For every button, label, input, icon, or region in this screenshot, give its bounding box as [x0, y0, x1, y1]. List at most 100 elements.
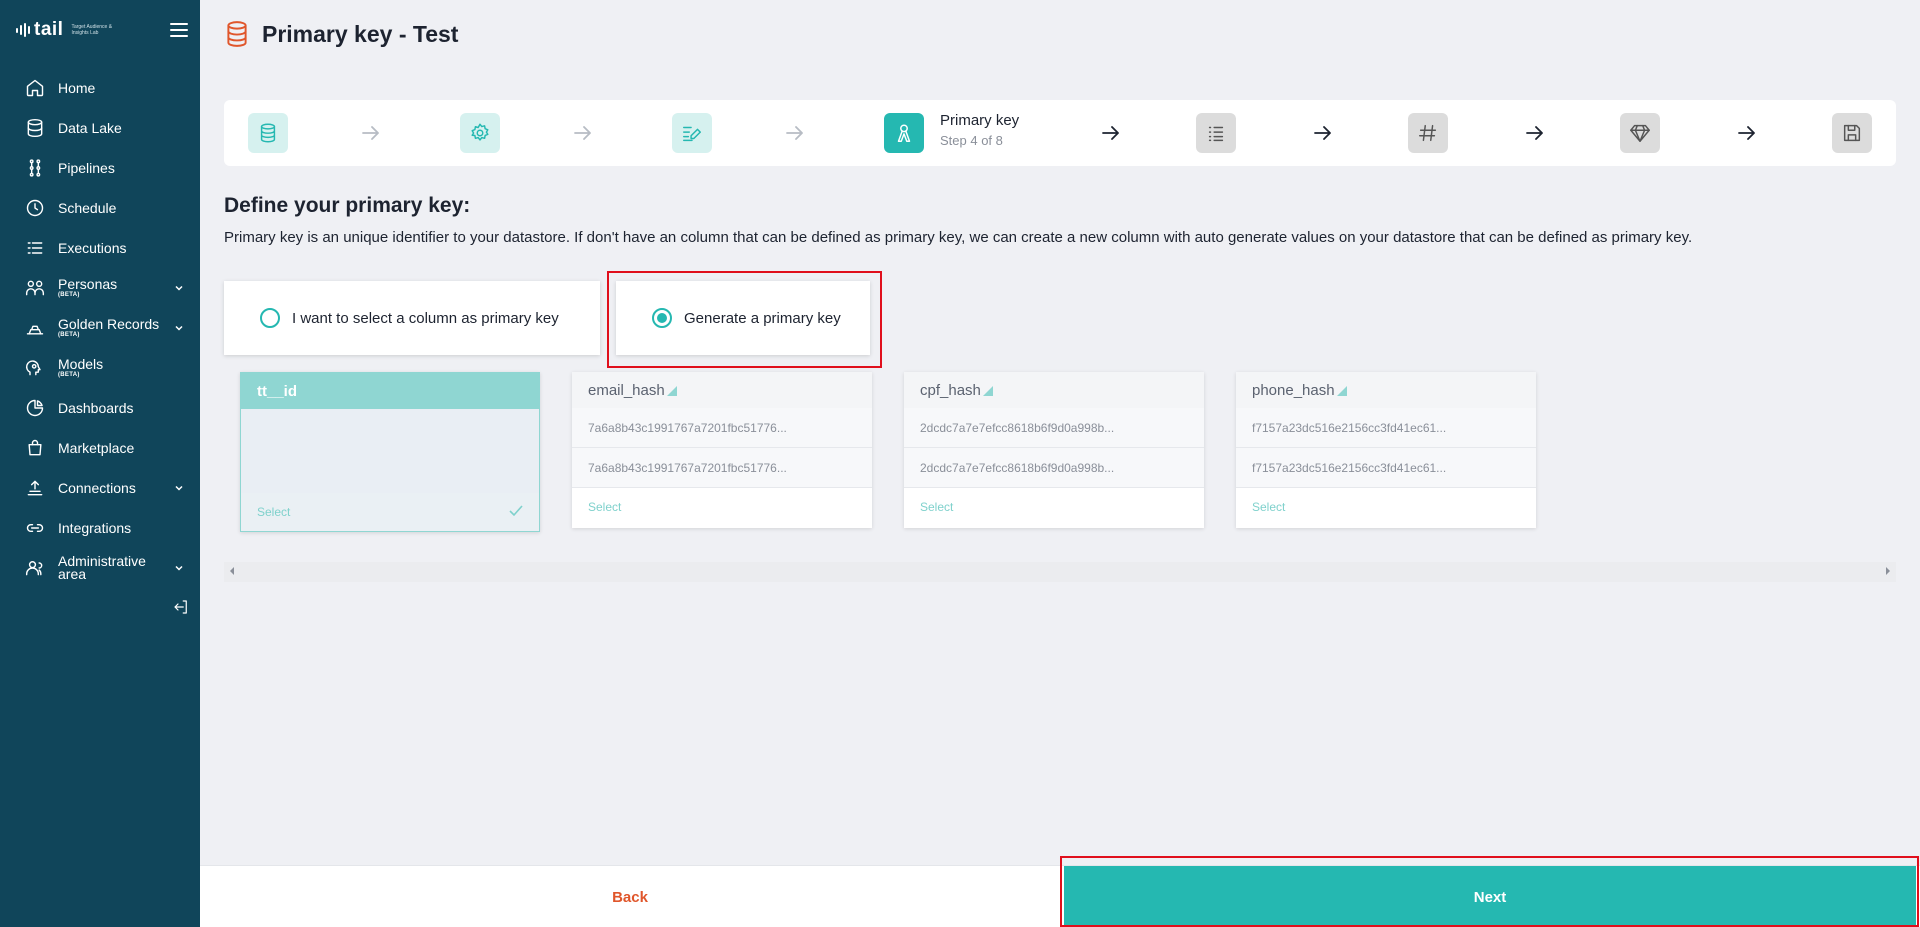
- column-card-phone-hash[interactable]: phone_hash f7157a23dc516e2156cc3fd41ec61…: [1236, 372, 1536, 528]
- column-header: phone_hash: [1236, 372, 1536, 408]
- step-8-save[interactable]: [1832, 113, 1872, 153]
- step-5-checklist[interactable]: [1196, 113, 1236, 153]
- back-button[interactable]: Back: [200, 866, 1060, 927]
- current-step-name: Primary key: [940, 112, 1020, 129]
- chevron-down-icon[interactable]: [174, 283, 184, 293]
- step-2-settings[interactable]: [460, 113, 500, 153]
- sidebar-item-golden-records[interactable]: Golden Records (BETA): [0, 308, 200, 348]
- step-6-hash[interactable]: [1408, 113, 1448, 153]
- column-header: cpf_hash: [904, 372, 1204, 408]
- hash-icon: [1419, 124, 1437, 142]
- column-select-button[interactable]: Select: [241, 493, 539, 531]
- column-card-tt-id[interactable]: tt__id Select: [240, 372, 540, 532]
- radio-unchecked[interactable]: [260, 308, 280, 328]
- list-icon: [24, 237, 46, 259]
- check-icon: [509, 504, 523, 520]
- column-card-email-hash[interactable]: email_hash 7a6a8b43c1991767a7201fbc51776…: [572, 372, 872, 528]
- option-generate-key[interactable]: Generate a primary key: [616, 281, 870, 355]
- menu-toggle-icon[interactable]: [170, 23, 188, 37]
- sidebar-item-personas[interactable]: Personas (BETA): [0, 268, 200, 308]
- gear-icon: [471, 123, 489, 141]
- sidebar-item-label: Integrations: [58, 520, 132, 536]
- database-icon: [260, 123, 276, 143]
- column-select-button[interactable]: Select: [904, 488, 1204, 526]
- column-value: 7a6a8b43c1991767a7201fbc51776...: [572, 448, 872, 488]
- sidebar-item-pipelines[interactable]: Pipelines: [0, 148, 200, 188]
- chevron-down-icon[interactable]: [174, 483, 184, 493]
- column-name: cpf_hash: [920, 381, 981, 399]
- sidebar-item-schedule[interactable]: Schedule: [0, 188, 200, 228]
- current-step-count: Step 4 of 8: [940, 133, 1003, 148]
- scroll-left-arrow-icon[interactable]: [230, 567, 234, 575]
- arrow-right-icon: [1524, 123, 1546, 143]
- radio-checked[interactable]: [652, 308, 672, 328]
- checklist-icon: [1208, 126, 1224, 142]
- sidebar-item-executions[interactable]: Executions: [0, 228, 200, 268]
- sidebar-item-label: Marketplace: [58, 440, 135, 456]
- logout-icon[interactable]: [172, 598, 190, 616]
- primary-key-icon: [897, 124, 911, 142]
- column-value: f7157a23dc516e2156cc3fd41ec61...: [1236, 448, 1536, 488]
- beta-badge: (BETA): [58, 292, 80, 298]
- chevron-down-icon[interactable]: [174, 563, 184, 573]
- gold-bars-icon: [24, 317, 46, 339]
- sidebar-item-label: Schedule: [58, 200, 117, 216]
- column-name: phone_hash: [1252, 381, 1335, 399]
- edit-list-icon: [683, 126, 701, 142]
- option-label: Generate a primary key: [684, 309, 841, 327]
- horizontal-scrollbar[interactable]: [224, 562, 1896, 582]
- column-select-button[interactable]: Select: [1236, 488, 1536, 526]
- option-select-column[interactable]: I want to select a column as primary key: [224, 281, 600, 355]
- chevron-down-icon[interactable]: [174, 323, 184, 333]
- sidebar-item-label: Golden Records: [58, 316, 160, 332]
- link-icon: [24, 517, 46, 539]
- arrow-right-icon: [572, 123, 594, 143]
- step-4-primary-key[interactable]: [884, 113, 924, 153]
- logo-bars-icon: [16, 23, 30, 37]
- arrow-right-icon: [1100, 123, 1122, 143]
- scroll-right-arrow-icon[interactable]: [1886, 567, 1890, 575]
- sort-indicator-icon[interactable]: [982, 386, 993, 396]
- step-3-edit[interactable]: [672, 113, 712, 153]
- column-value: 7a6a8b43c1991767a7201fbc51776...: [572, 408, 872, 448]
- next-button[interactable]: Next: [1064, 866, 1916, 927]
- home-icon: [24, 77, 46, 99]
- pie-chart-icon: [24, 397, 46, 419]
- beta-badge: (BETA): [58, 372, 80, 378]
- sidebar-item-connections[interactable]: Connections: [0, 468, 200, 508]
- upload-box-icon: [24, 477, 46, 499]
- step-7-diamond[interactable]: [1620, 113, 1660, 153]
- sidebar-item-label: Pipelines: [58, 160, 115, 176]
- sidebar-item-label: Connections: [58, 480, 136, 496]
- page-title: Primary key - Test: [262, 20, 459, 47]
- arrow-right-icon: [1736, 123, 1758, 143]
- logo-word: tail: [34, 19, 64, 40]
- column-card-cpf-hash[interactable]: cpf_hash 2dcdc7a7e7efcc8618b6f9d0a998b..…: [904, 372, 1204, 528]
- section-description: Primary key is an unique identifier to y…: [224, 229, 1693, 246]
- sidebar-item-dashboards[interactable]: Dashboards: [0, 388, 200, 428]
- admin-users-icon: [24, 557, 46, 579]
- sidebar-item-data-lake[interactable]: Data Lake: [0, 108, 200, 148]
- sidebar-item-administrative-area[interactable]: Administrative area: [0, 548, 200, 588]
- sidebar-item-label: Personas: [58, 276, 118, 292]
- brain-icon: [24, 357, 46, 379]
- page-header: Primary key - Test: [224, 20, 458, 48]
- arrow-right-icon: [784, 123, 806, 143]
- column-empty-body: [241, 409, 539, 493]
- sidebar-item-models[interactable]: Models (BETA): [0, 348, 200, 388]
- sidebar-item-marketplace[interactable]: Marketplace: [0, 428, 200, 468]
- people-icon: [24, 277, 46, 299]
- sidebar-item-home[interactable]: Home: [0, 68, 200, 108]
- sort-indicator-icon[interactable]: [1336, 386, 1347, 396]
- column-select-button[interactable]: Select: [572, 488, 872, 526]
- sort-indicator-icon[interactable]: [666, 386, 677, 396]
- step-1-database[interactable]: [248, 113, 288, 153]
- sidebar-item-label: Executions: [58, 240, 127, 256]
- arrow-right-icon: [360, 123, 382, 143]
- shopping-bag-icon: [24, 437, 46, 459]
- sidebar-item-integrations[interactable]: Integrations: [0, 508, 200, 548]
- sidebar-nav: Home Data Lake Pipelines Schedule Execut…: [0, 60, 200, 588]
- database-icon: [24, 117, 46, 139]
- sidebar-item-label: Dashboards: [58, 400, 134, 416]
- app-logo[interactable]: tail Target Audience & Insights Lab: [16, 19, 123, 41]
